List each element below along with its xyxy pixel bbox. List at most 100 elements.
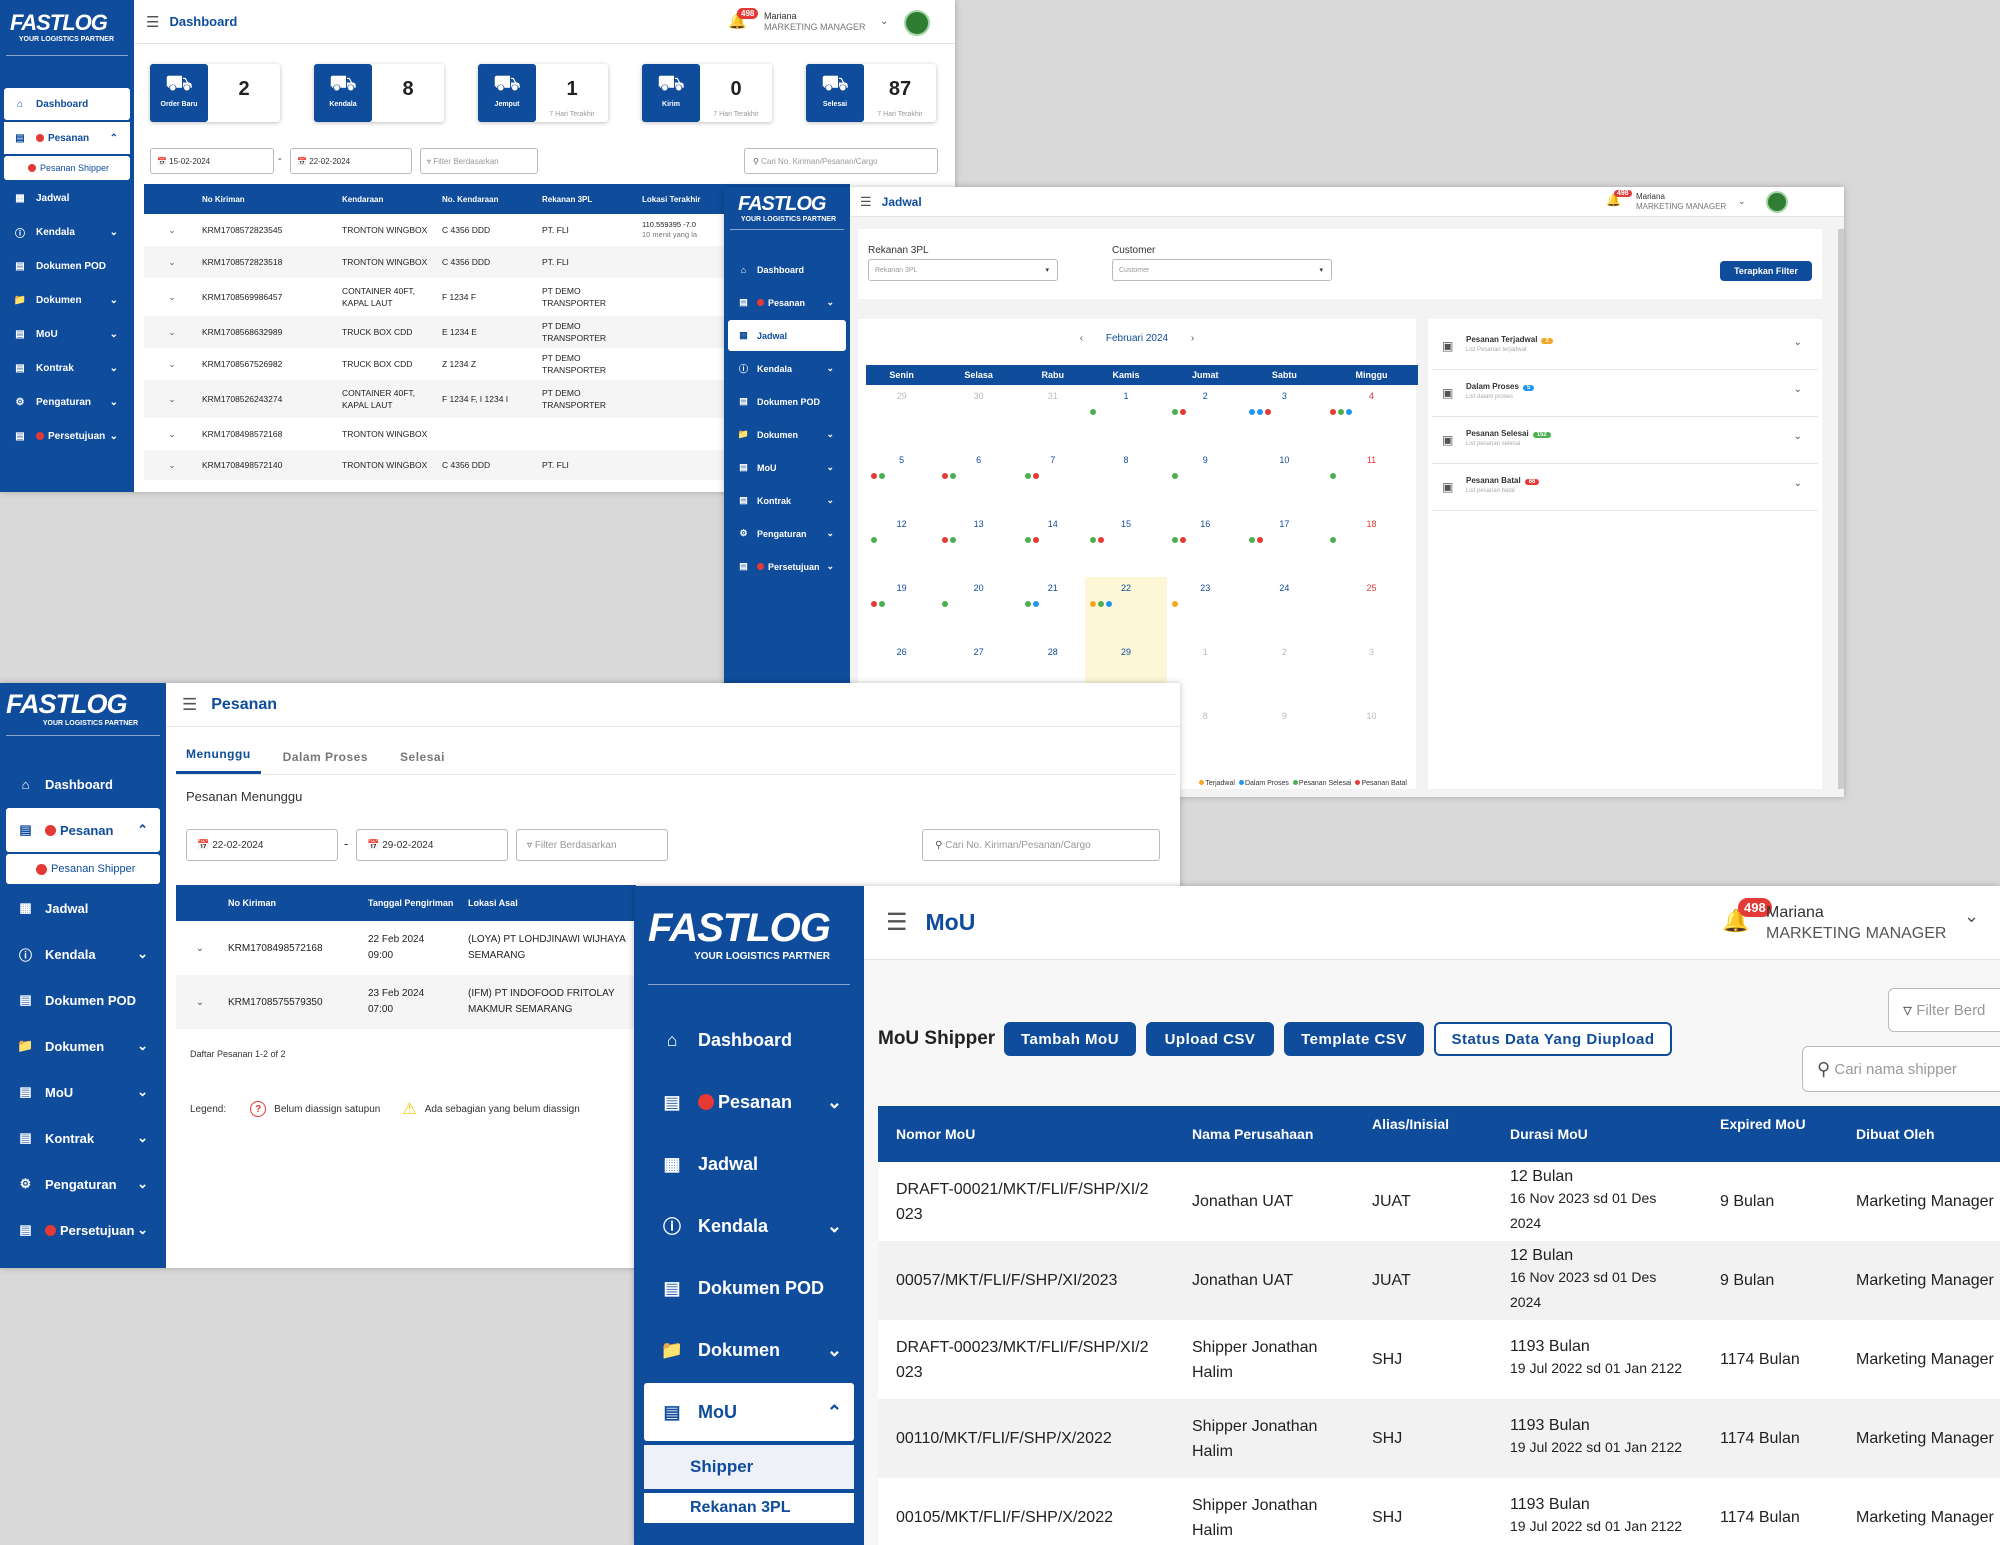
expand-chevron-icon[interactable]: ⌄ bbox=[144, 450, 200, 480]
sidebar-item-kontrak[interactable]: ▤ Kontrak ⌄ bbox=[4, 352, 130, 384]
sidebar-item-kendala[interactable]: ⓘ Kendala ⌄ bbox=[644, 1197, 854, 1255]
date-to-input[interactable]: 📅 22-02-2024 bbox=[290, 148, 412, 174]
calendar-day[interactable]: 17 bbox=[1244, 513, 1325, 577]
stat-card-order-baru[interactable]: ⛟ Order Baru 2 bbox=[150, 64, 280, 122]
sidebar-item-kendala[interactable]: ⓘ Kendala ⌄ bbox=[6, 932, 160, 976]
filter-input[interactable]: ▿ Filter Berdasarkan bbox=[420, 148, 538, 174]
sidebar-item-dashboard[interactable]: ⌂ Dashboard bbox=[6, 762, 160, 806]
expand-chevron-icon[interactable]: ⌄ bbox=[144, 214, 200, 246]
sidebar-item-mou[interactable]: ▤ MoU ⌄ bbox=[728, 452, 846, 483]
next-month-icon[interactable]: › bbox=[1191, 333, 1194, 344]
search-input[interactable]: ⚲ Cari No. Kiriman/Pesanan/Cargo bbox=[744, 148, 938, 174]
calendar-day[interactable]: 21 bbox=[1020, 577, 1085, 641]
sidebar-item-mou[interactable]: ▤ MoU ⌃ bbox=[644, 1383, 854, 1441]
calendar-day[interactable]: 1 bbox=[1085, 385, 1166, 449]
sidebar-item-persetujuan[interactable]: ▤ Persetujuan ⌄ bbox=[6, 1208, 160, 1252]
date-from-input[interactable]: 📅 22-02-2024 bbox=[186, 829, 338, 861]
sidebar-item-dokumen[interactable]: 📁 Dokumen ⌄ bbox=[644, 1321, 854, 1379]
calendar-day[interactable]: 31 bbox=[1020, 385, 1085, 449]
calendar-day[interactable]: 9 bbox=[1167, 449, 1244, 513]
sidebar-item-dokumen[interactable]: 📁 Dokumen ⌄ bbox=[4, 284, 130, 316]
table-row[interactable]: DRAFT-00023/MKT/FLI/F/SHP/XI/2023 Shipper… bbox=[878, 1320, 2000, 1399]
calendar-day[interactable]: 16 bbox=[1167, 513, 1244, 577]
prev-month-icon[interactable]: ‹ bbox=[1080, 333, 1083, 344]
stat-card-selesai[interactable]: ⛟ Selesai 87 7 Hari Terakhir bbox=[806, 64, 936, 122]
notification-bell-icon[interactable]: 🔔 498 bbox=[1722, 898, 1772, 934]
calendar-day[interactable]: 20 bbox=[937, 577, 1020, 641]
sidebar-item-jadwal[interactable]: ▦ Jadwal bbox=[728, 320, 846, 351]
calendar-day[interactable]: 8 bbox=[1085, 449, 1166, 513]
sidebar-item-pengaturan[interactable]: ⚙ Pengaturan ⌄ bbox=[4, 386, 130, 418]
calendar-day[interactable]: 25 bbox=[1325, 577, 1418, 641]
sidebar-item-kendala[interactable]: ⓘ Kendala ⌄ bbox=[728, 353, 846, 384]
scrollbar[interactable] bbox=[1838, 229, 1844, 789]
sidebar-item-persetujuan[interactable]: ▤ Persetujuan ⌄ bbox=[4, 420, 130, 452]
sidebar-item-rekanan-3pl[interactable]: Rekanan 3PL bbox=[644, 1493, 854, 1523]
tab-dalam-proses[interactable]: Dalam Proses bbox=[273, 750, 378, 774]
sidebar-item-dashboard[interactable]: ⌂ Dashboard bbox=[644, 1011, 854, 1069]
status-item-pesanan-batal[interactable]: ▣ Pesanan Batal 66 List pesanan batal ⌄ bbox=[1432, 464, 1818, 511]
sidebar-item-pesanan[interactable]: ▤ Pesanan ⌃ bbox=[6, 808, 160, 852]
sidebar-item-dashboard[interactable]: ⌂ Dashboard bbox=[728, 254, 846, 285]
sidebar-item-kendala[interactable]: ⓘ Kendala ⌄ bbox=[4, 216, 130, 248]
sidebar-item-dashboard[interactable]: ⌂ Dashboard bbox=[4, 88, 130, 120]
calendar-day[interactable]: 29 bbox=[866, 385, 937, 449]
sidebar-item-pesanan[interactable]: ▤ Pesanan ⌃ bbox=[4, 122, 130, 154]
status-item-dalam-proses[interactable]: ▣ Dalam Proses 5 List dalam proses ⌄ bbox=[1432, 370, 1818, 417]
apply-filter-button[interactable]: Terapkan Filter bbox=[1720, 261, 1812, 281]
search-input[interactable]: ⚲ Cari nama shipper bbox=[1802, 1046, 2000, 1092]
calendar-day[interactable]: 19 bbox=[866, 577, 937, 641]
search-input[interactable]: ⚲ Cari No. Kiriman/Pesanan/Cargo bbox=[922, 829, 1160, 861]
expand-chevron-icon[interactable]: ⌄ bbox=[144, 348, 200, 380]
calendar-day[interactable]: 22 bbox=[1085, 577, 1167, 641]
chevron-down-icon[interactable]: ⌄ bbox=[1794, 478, 1802, 489]
user-info[interactable]: Mariana MARKETING MANAGER bbox=[1636, 192, 1726, 212]
sidebar-item-mou[interactable]: ▤ MoU ⌄ bbox=[4, 318, 130, 350]
calendar-day[interactable]: 30 bbox=[937, 385, 1020, 449]
table-row[interactable]: ⌄ KRM1708498572168 22 Feb 2024 09:00 (LOYA) … bbox=[176, 921, 636, 975]
sidebar-item-pesanan[interactable]: ▤ Pesanan ⌄ bbox=[728, 287, 846, 318]
menu-icon[interactable]: ☰ bbox=[860, 194, 872, 210]
calendar-day[interactable]: 2 bbox=[1167, 385, 1244, 449]
sidebar-item-jadwal[interactable]: ▦ Jadwal bbox=[4, 182, 130, 214]
user-menu-chevron-icon[interactable]: ⌄ bbox=[880, 16, 888, 27]
menu-icon[interactable]: ☰ bbox=[182, 695, 197, 715]
calendar-day[interactable]: 24 bbox=[1244, 577, 1325, 641]
chevron-down-icon[interactable]: ⌄ bbox=[1794, 431, 1802, 442]
template-csv-button[interactable]: Template CSV bbox=[1284, 1022, 1424, 1056]
filter-input[interactable]: ▿ Filter Berdasarkan bbox=[516, 829, 668, 861]
calendar-day[interactable]: 10 bbox=[1244, 449, 1325, 513]
sidebar-item-dokumen-pod[interactable]: ▤ Dokumen POD bbox=[644, 1259, 854, 1317]
tab-menunggu[interactable]: Menunggu bbox=[176, 747, 261, 774]
notification-bell-icon[interactable]: 🔔 498 bbox=[1606, 190, 1632, 207]
sidebar-item-dokumen-pod[interactable]: ▤ Dokumen POD bbox=[4, 250, 130, 282]
calendar-day[interactable]: 13 bbox=[937, 513, 1020, 577]
calendar-day[interactable]: 5 bbox=[866, 449, 937, 513]
expand-chevron-icon[interactable]: ⌄ bbox=[144, 380, 200, 418]
sidebar-item-pesanan-shipper[interactable]: Pesanan Shipper bbox=[6, 854, 160, 884]
stat-card-kendala[interactable]: ⛟ Kendala 8 bbox=[314, 64, 444, 122]
sidebar-item-pengaturan[interactable]: ⚙ Pengaturan ⌄ bbox=[728, 518, 846, 549]
chevron-down-icon[interactable]: ⌄ bbox=[1794, 384, 1802, 395]
rekanan-select[interactable]: Rekanan 3PL ▾ bbox=[868, 259, 1058, 281]
status-data-yang-diupload-button[interactable]: Status Data Yang Diupload bbox=[1434, 1022, 1672, 1056]
notification-bell-icon[interactable]: 🔔 498 bbox=[728, 8, 759, 30]
sidebar-item-persetujuan[interactable]: ▤ Persetujuan ⌄ bbox=[728, 551, 846, 582]
calendar-day[interactable]: 18 bbox=[1325, 513, 1418, 577]
expand-chevron-icon[interactable]: ⌄ bbox=[176, 975, 224, 1029]
sidebar-item-shipper[interactable]: Shipper bbox=[644, 1445, 854, 1489]
date-from-input[interactable]: 📅 15-02-2024 bbox=[150, 148, 274, 174]
user-info[interactable]: Mariana MARKETING MANAGER bbox=[764, 11, 866, 33]
sidebar-item-kontrak[interactable]: ▤ Kontrak ⌄ bbox=[6, 1116, 160, 1160]
table-row[interactable]: 00105/MKT/FLI/F/SHP/X/2022 Shipper Jonath… bbox=[878, 1478, 2000, 1545]
menu-icon[interactable]: ☰ bbox=[146, 13, 159, 31]
expand-chevron-icon[interactable]: ⌄ bbox=[144, 418, 200, 450]
sidebar-item-mou[interactable]: ▤ MoU ⌄ bbox=[6, 1070, 160, 1114]
customer-select[interactable]: Customer ▾ bbox=[1112, 259, 1332, 281]
expand-chevron-icon[interactable]: ⌄ bbox=[144, 278, 200, 316]
stat-card-jemput[interactable]: ⛟ Jemput 1 7 Hari Terakhir bbox=[478, 64, 608, 122]
table-row[interactable]: DRAFT-00021/MKT/FLI/F/SHP/XI/2023 Jonatha… bbox=[878, 1162, 2000, 1241]
table-row[interactable]: 00057/MKT/FLI/F/SHP/XI/2023 Jonathan UAT J… bbox=[878, 1241, 2000, 1320]
table-row[interactable]: 00110/MKT/FLI/F/SHP/X/2022 Shipper Jonath… bbox=[878, 1399, 2000, 1478]
sidebar-item-dokumen-pod[interactable]: ▤ Dokumen POD bbox=[728, 386, 846, 417]
